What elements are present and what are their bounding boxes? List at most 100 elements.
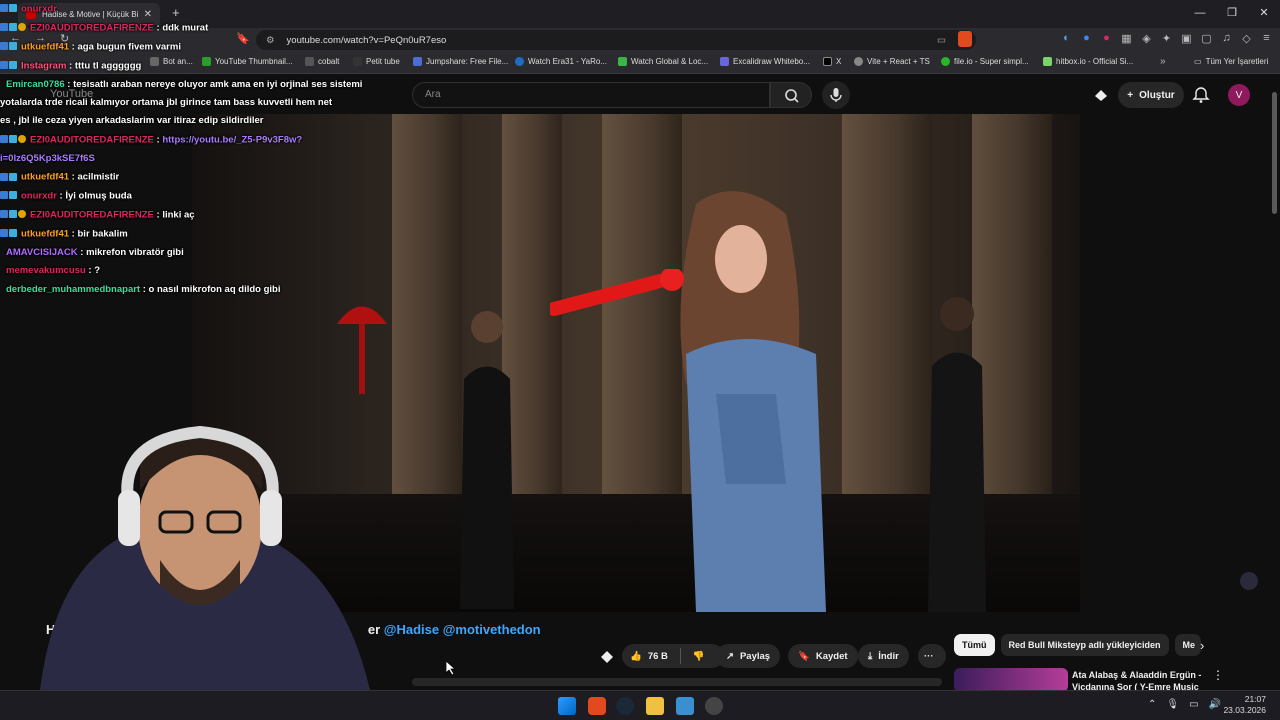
plus-icon: + [1127,89,1134,101]
chat-username: utkuefdf41 [21,228,70,240]
chat-text: o nasıl mikrofon aq dildo gibi [148,283,281,295]
app-taskbar-icon[interactable] [676,697,694,715]
extension-icon-3[interactable]: ● [1101,32,1112,45]
chat-text: linki aç [162,209,195,221]
like-button[interactable]: 👍 76 B [630,651,668,662]
all-bookmarks-label: Tüm Yer İşaretleri [1205,57,1269,66]
chat-link[interactable]: https://youtu.be/_Z5-P9v3F8w? [162,134,302,145]
share-button[interactable]: ↗ Paylaş [716,644,781,668]
restore-icon[interactable]: ❐ [1216,0,1248,28]
file-explorer-icon[interactable] [646,697,664,715]
save-label: Kaydet [815,650,848,662]
chat-text: ddk murat [162,22,209,34]
chat-username: EZI0AUDITOREDAFIRENZE [30,22,154,34]
chat-text: bir bakalim [77,228,128,240]
chips-next-chevron-icon[interactable]: › [1200,638,1204,653]
create-button[interactable]: + Oluştur [1118,82,1184,108]
bookmark-label: X [836,57,842,66]
more-actions-button[interactable]: ··· [918,644,946,668]
menu-icon[interactable]: ≡ [1261,32,1272,45]
search-input[interactable]: Ara [412,82,770,108]
chat-username: Instagram [21,60,67,72]
chat-text: mikrefon vibratör gibi [86,246,184,258]
chip-all[interactable]: Tümü [954,634,995,656]
bookmark-item[interactable]: hitbox.io - Official Si... [1043,57,1133,66]
like-count: 76 B [647,650,668,662]
bookmark-label: Excalidraw Whitebo... [733,57,810,66]
bookmark-item[interactable]: Excalidraw Whitebo... [720,57,810,66]
chat-text: acilmistir [77,171,120,183]
dislike-button[interactable]: 👎 [693,651,705,662]
chat-badges [0,225,18,243]
chat-username: onurxdr [21,3,57,15]
recommendation-thumbnail[interactable] [954,668,1068,692]
bookmark-item[interactable]: Watch Global & Loc... [618,57,708,66]
minimize-icon[interactable]: — [1184,0,1216,28]
vpn-icon[interactable]: ◇ [1241,32,1252,45]
steam-taskbar-icon[interactable] [616,697,634,715]
notifications-bell-icon[interactable] [1192,86,1210,104]
lead-singer [680,191,826,612]
more-bookmarks-icon[interactable]: » [1160,56,1166,67]
chat-badges [0,0,18,18]
save-button[interactable]: 🔖 Kaydet [788,644,858,668]
chat-overlay: onurxdr EZI0AUDITOREDAFIRENZE : ddk mura… [0,0,380,299]
taskbar-clock[interactable]: 21:07 23.03.2026 [1223,694,1266,716]
extension-icon-4[interactable]: ▦ [1121,32,1132,45]
search-button[interactable] [770,82,812,108]
bookmark-item[interactable]: Watch Era31 - YaRo... [515,57,607,66]
bookmark-label: Watch Era31 - YaRo... [528,57,607,66]
tray-chevron-icon[interactable]: ⌃ [1148,699,1156,710]
obs-taskbar-icon[interactable] [705,697,723,715]
network-icon[interactable]: ▭ [1189,699,1198,710]
chat-message: i=0lz6Q5Kp3kSE7f6S [0,150,380,168]
sidebar-icon[interactable]: ▣ [1181,32,1192,45]
chat-username: AMAVCISIJACK [6,246,78,258]
microphone-tray-icon[interactable]: 🎙 [1166,699,1179,710]
red-microphone [550,269,684,316]
chat-message: memevakumcusu : ? [6,265,100,277]
share-icon: ↗ [726,650,734,662]
all-bookmarks-button[interactable]: ▭ Tüm Yer İşaretleri [1194,57,1268,66]
bookmark-item[interactable]: file.io - Super simpl... [941,57,1029,66]
brave-taskbar-icon[interactable] [588,697,606,715]
extension-icon-5[interactable]: ◈ [1141,32,1152,45]
voice-search-button[interactable] [822,81,850,109]
windows-taskbar: ⌃ 🎙 ▭ 🔊 21:07 23.03.2026 [0,690,1280,720]
chat-message: onurxdr : İyi olmuş buda [0,187,380,206]
recommendation-menu-icon[interactable]: ⋮ [1212,668,1224,682]
channel-watermark-icon[interactable] [1240,572,1258,590]
account-avatar[interactable]: V [1228,84,1250,106]
extensions-icon[interactable]: ✦ [1161,32,1172,45]
extension-icon-1[interactable]: ◐ [1061,32,1072,45]
screen: Hadise & Motive | Küçük Bir ✕ + — ❐ ✕ ← … [0,0,1280,720]
create-ai-icon[interactable] [1092,86,1110,104]
chat-text: yotalarda trde ricali kalmıyor ortama jb… [0,97,333,109]
chip-uploader[interactable]: Red Bull Miksteyp adlı yükleyiciden [1000,634,1169,656]
volume-icon[interactable]: 🔊 [1209,699,1221,710]
microphone-icon [830,88,842,102]
share-label: Paylaş [739,650,771,662]
extension-icon-2[interactable]: ● [1081,32,1092,45]
chip-more[interactable]: Me [1174,634,1201,656]
download-button[interactable]: ⤓ İndir [858,644,909,668]
ask-ai-icon[interactable] [598,648,616,666]
chat-username: derbeder_muhammedbnapart [6,283,141,295]
bookmark-item[interactable]: X [823,57,841,66]
bookmark-favicon-icon [720,57,729,66]
start-icon[interactable] [558,697,576,715]
wallet-icon[interactable]: ▢ [1201,32,1212,45]
bookmark-item[interactable]: Vite + React + TS [854,57,930,66]
cast-icon[interactable]: ▭ [937,35,946,46]
save-icon: 🔖 [798,650,810,662]
media-icon[interactable]: ♫ [1221,32,1232,45]
page-scrollbar[interactable] [1272,92,1277,214]
brave-shield-icon[interactable] [958,31,972,47]
bookmark-item[interactable]: Jumpshare: Free File... [413,57,508,66]
chat-link[interactable]: i=0lz6Q5Kp3kSE7f6S [0,153,95,164]
close-window-icon[interactable]: ✕ [1248,0,1280,28]
chat-message: utkuefdf41 : bir bakalim [0,225,380,244]
folder-icon: ▭ [1194,57,1202,66]
chat-text: ? [94,265,100,277]
description-box[interactable] [412,678,942,686]
